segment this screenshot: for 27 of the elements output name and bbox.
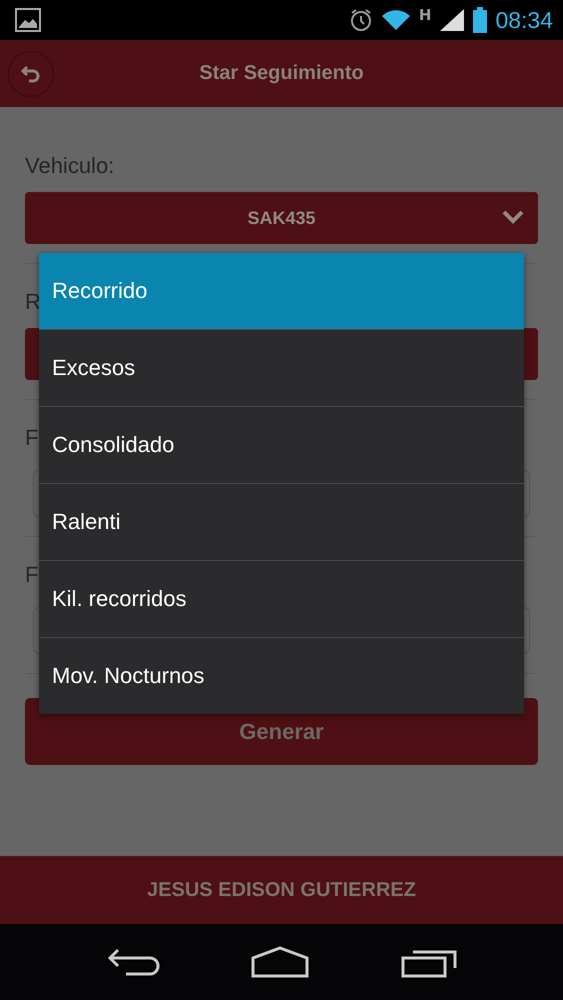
- image-icon: [15, 8, 41, 32]
- field-label: F: [25, 561, 38, 589]
- field-label: Vehiculo:: [25, 152, 114, 180]
- undo-arrow-icon: [20, 63, 42, 85]
- menu-option[interactable]: Kil. recorridos: [39, 560, 524, 637]
- user-name: JESUS EDISON GUTIERREZ: [147, 878, 416, 902]
- menu-option[interactable]: Recorrido: [39, 253, 524, 329]
- menu-option[interactable]: Excesos: [39, 329, 524, 406]
- back-nav-button[interactable]: [106, 946, 160, 978]
- app-title: Star Seguimiento: [199, 62, 364, 85]
- back-button[interactable]: [8, 51, 54, 97]
- home-nav-button[interactable]: [251, 946, 310, 978]
- battery-icon: [473, 7, 488, 33]
- clock-time: 08:34: [495, 6, 553, 34]
- menu-option[interactable]: Mov. Nocturnos: [39, 637, 524, 714]
- menu-option[interactable]: Consolidado: [39, 406, 524, 483]
- field-label: F: [25, 424, 38, 452]
- home-icon: [251, 946, 310, 978]
- chevron-down-icon: [502, 209, 524, 225]
- signal-icon: [439, 8, 466, 32]
- alarm-icon: [348, 8, 373, 32]
- select-field[interactable]: SAK435: [25, 192, 538, 244]
- back-arrow-icon: [106, 946, 160, 978]
- menu-option[interactable]: Ralenti: [39, 483, 524, 560]
- field-label: R: [25, 288, 41, 316]
- wifi-icon: [380, 8, 411, 32]
- network-type: H: [418, 6, 432, 24]
